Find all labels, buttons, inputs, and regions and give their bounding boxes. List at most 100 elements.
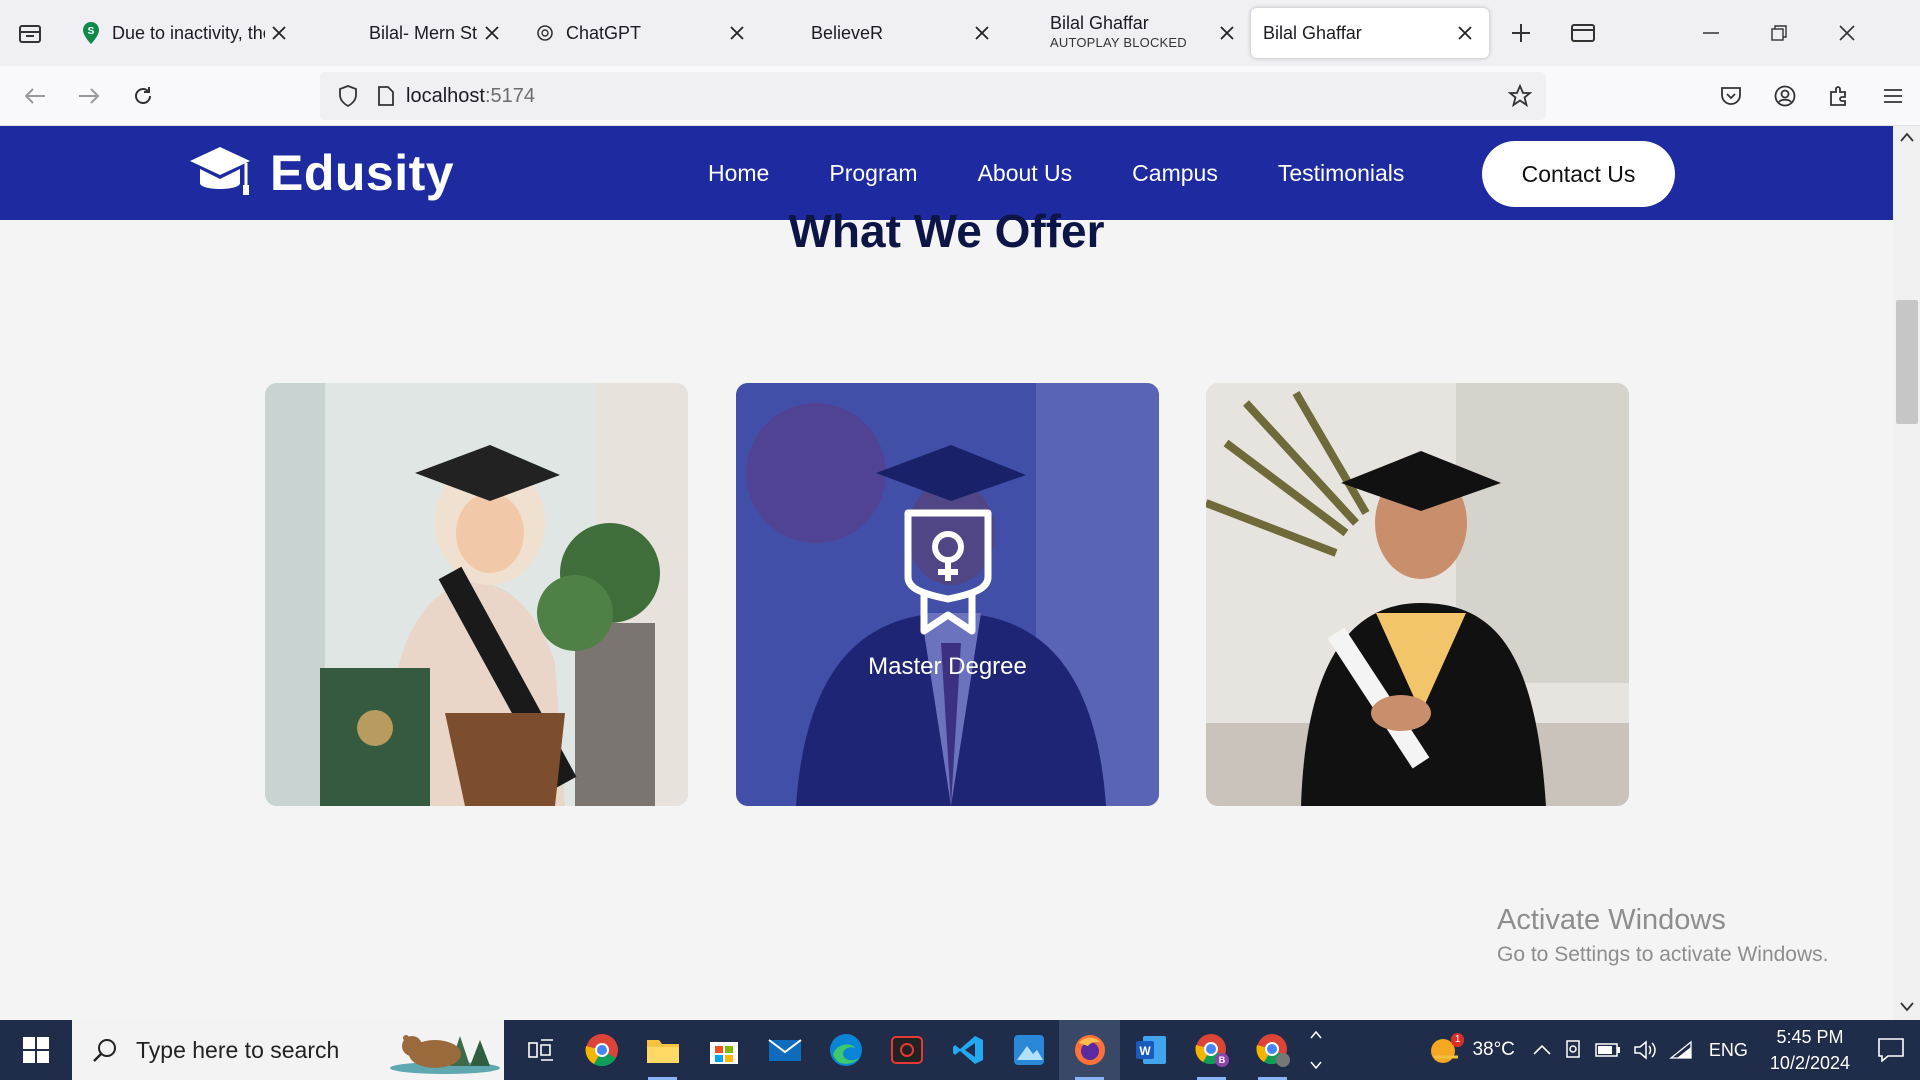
restore-button[interactable] [1745, 0, 1813, 66]
system-tray: 1 38°C ENG 5:45 PM 10/2/2024 [1416, 1020, 1920, 1080]
close-icon[interactable] [1213, 19, 1241, 47]
photos-app[interactable] [998, 1020, 1059, 1080]
chatgpt-favicon-icon [534, 22, 556, 44]
close-icon[interactable] [265, 19, 293, 47]
url-host: localhost [406, 84, 485, 107]
shield-icon[interactable] [330, 85, 366, 107]
chrome-profile-b-app[interactable]: B [1181, 1020, 1242, 1080]
battery-indicator[interactable] [1589, 1020, 1627, 1080]
card-label: Master Degree [868, 652, 1027, 680]
pocket-icon [1721, 87, 1741, 105]
tab-inactivity[interactable]: S Due to inactivity, the [60, 8, 303, 58]
microsoft-store-app[interactable] [693, 1020, 754, 1080]
section-title: What We Offer [788, 205, 1105, 257]
tab-label: Bilal Ghaffar [1263, 22, 1362, 43]
clock-date: 10/2/2024 [1769, 1053, 1850, 1073]
menu-home[interactable]: Home [708, 160, 769, 187]
clock[interactable]: 5:45 PM 10/2/2024 [1758, 1020, 1862, 1080]
edge-app[interactable] [815, 1020, 876, 1080]
vscode-app[interactable] [937, 1020, 998, 1080]
task-view-button[interactable] [510, 1020, 571, 1080]
chrome-profile-icon: B [1194, 1034, 1229, 1067]
contact-us-button[interactable]: Contact Us [1482, 141, 1675, 207]
chrome-icon [585, 1034, 618, 1067]
card-overlay: Master Degree [736, 383, 1159, 806]
tab-bilal-active[interactable]: Bilal Ghaffar [1251, 8, 1489, 58]
clock-time: 5:45 PM [1776, 1027, 1844, 1047]
file-explorer-app[interactable] [632, 1020, 693, 1080]
tab-bilal-autoplay[interactable]: Bilal Ghaffar AUTOPLAY BLOCKED [1006, 8, 1251, 58]
search-icon [93, 1039, 116, 1062]
close-icon[interactable] [968, 19, 996, 47]
program-card-graduate[interactable] [1206, 383, 1629, 806]
web-page: Edusity Home Program About Us Campus Tes… [0, 126, 1893, 1020]
start-button[interactable] [0, 1020, 72, 1080]
pocket-button[interactable] [1704, 69, 1758, 123]
hamburger-icon [1884, 89, 1902, 103]
store-icon [709, 1042, 738, 1064]
tab-list-icon [19, 25, 41, 43]
page-icon[interactable] [366, 86, 406, 106]
close-icon[interactable] [478, 19, 506, 47]
edge-icon [829, 1034, 862, 1066]
menu-testimonials[interactable]: Testimonials [1278, 160, 1405, 187]
url-text[interactable]: localhost:5174 [406, 85, 535, 108]
menu-about-us[interactable]: About Us [978, 160, 1073, 187]
tab-believer[interactable]: BelieveR [761, 8, 1006, 58]
menu-program[interactable]: Program [829, 160, 917, 187]
chevron-down-icon [1310, 1061, 1322, 1069]
meet-now-button[interactable] [1557, 1020, 1589, 1080]
scroll-up-icon[interactable] [1900, 132, 1914, 142]
back-button[interactable] [8, 69, 62, 123]
close-window-button[interactable] [1813, 0, 1881, 66]
notifications-button[interactable] [1862, 1020, 1920, 1080]
chevron-up-icon [1533, 1045, 1551, 1055]
minimize-button[interactable] [1677, 0, 1745, 66]
firefox-app[interactable] [1059, 1020, 1120, 1080]
reload-button[interactable] [116, 69, 170, 123]
bear-illustration-icon [390, 1035, 500, 1074]
account-icon [1774, 85, 1796, 107]
svg-text:W: W [1139, 1044, 1151, 1058]
page-scrollbar[interactable] [1893, 126, 1920, 1020]
word-app[interactable]: W [1120, 1020, 1181, 1080]
scroll-down-icon[interactable] [1900, 1002, 1914, 1012]
scrollbar-thumb[interactable] [1896, 300, 1918, 424]
tab-list-button[interactable] [0, 0, 60, 66]
notification-icon [1878, 1038, 1904, 1062]
close-icon[interactable] [723, 19, 751, 47]
extensions-button[interactable] [1812, 69, 1866, 123]
forward-button[interactable] [62, 69, 116, 123]
chrome-profile-app[interactable] [1242, 1020, 1303, 1080]
tab-chatgpt[interactable]: ChatGPT [516, 8, 761, 58]
weather-widget[interactable]: 1 38°C [1416, 1020, 1526, 1080]
device-icon [1566, 1040, 1580, 1058]
taskbar-search[interactable]: Type here to search [72, 1020, 504, 1080]
svg-text:B: B [1218, 1055, 1225, 1065]
mail-app[interactable] [754, 1020, 815, 1080]
bookmark-star-icon[interactable] [1507, 83, 1533, 113]
input-language[interactable]: ENG [1699, 1020, 1758, 1080]
screen-recorder-app[interactable] [876, 1020, 937, 1080]
window-view-button[interactable] [1553, 0, 1613, 66]
new-tab-button[interactable] [1489, 0, 1553, 66]
menu-campus[interactable]: Campus [1132, 160, 1218, 187]
close-icon[interactable] [1451, 19, 1479, 47]
tab-label: BelieveR [811, 22, 884, 43]
tab-strip: S Due to inactivity, the Bilal- Mern Sta… [0, 0, 1920, 66]
program-card-graduation[interactable] [265, 383, 688, 806]
menu-button[interactable] [1866, 69, 1920, 123]
volume-control[interactable] [1627, 1020, 1663, 1080]
program-card-master-degree[interactable]: Master Degree [736, 383, 1159, 806]
svg-text:S: S [88, 26, 95, 37]
show-hidden-icons[interactable] [1527, 1020, 1557, 1080]
network-indicator[interactable] [1663, 1020, 1699, 1080]
minimize-icon [1703, 32, 1719, 34]
chrome-app[interactable] [571, 1020, 632, 1080]
site-logo[interactable]: Edusity [188, 144, 454, 202]
tab-cv[interactable]: Bilal- Mern Stack - CV.p [303, 8, 516, 58]
taskbar-scroll[interactable] [1303, 1020, 1329, 1080]
address-bar[interactable]: localhost:5174 [320, 72, 1546, 120]
window-icon [1571, 24, 1595, 42]
account-button[interactable] [1758, 69, 1812, 123]
